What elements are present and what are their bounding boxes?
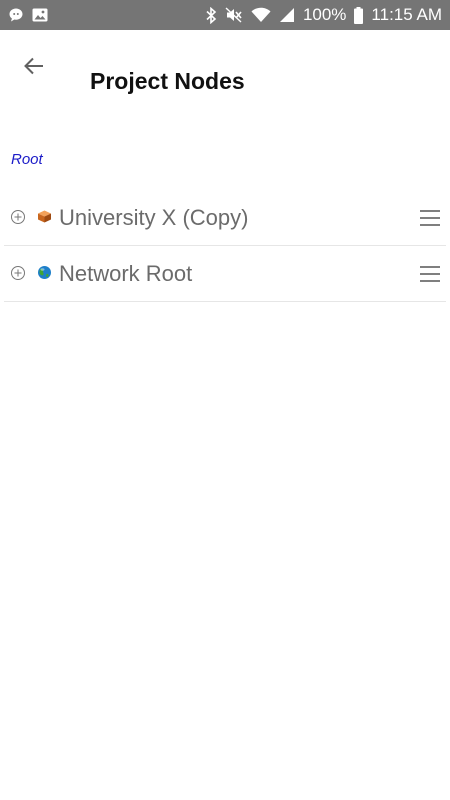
node-label: Network Root (59, 261, 193, 286)
status-bar: 100% 11:15 AM (0, 0, 450, 30)
image-icon (32, 8, 48, 22)
chat-bubble-icon (8, 7, 24, 23)
clock: 11:15 AM (371, 5, 442, 24)
node-label: University X (Copy) (59, 205, 249, 230)
battery-percent: 100% (302, 5, 347, 24)
plus-circle-icon[interactable] (10, 209, 26, 225)
app-header: Project Nodes (0, 30, 450, 130)
hamburger-menu-icon[interactable] (418, 262, 442, 286)
wifi-icon (251, 7, 271, 23)
page-title: Project Nodes (90, 68, 245, 94)
node-list: University X (Copy) Network Root (4, 190, 446, 302)
back-button[interactable] (14, 46, 54, 86)
hamburger-menu-icon[interactable] (418, 206, 442, 230)
orange-cube-icon (38, 210, 51, 223)
list-item-node[interactable]: University X (Copy) (4, 190, 446, 246)
list-item-node[interactable]: Network Root (4, 246, 446, 302)
status-left (8, 7, 48, 23)
arrow-left-icon (24, 57, 43, 75)
signal-icon (279, 7, 295, 23)
bluetooth-icon (206, 6, 217, 24)
status-right: 100% 11:15 AM (206, 5, 442, 25)
plus-circle-icon[interactable] (10, 265, 26, 281)
mute-icon (225, 7, 243, 23)
globe-icon (38, 266, 51, 279)
battery-icon (354, 6, 364, 24)
breadcrumb-root[interactable]: Root (11, 151, 43, 168)
